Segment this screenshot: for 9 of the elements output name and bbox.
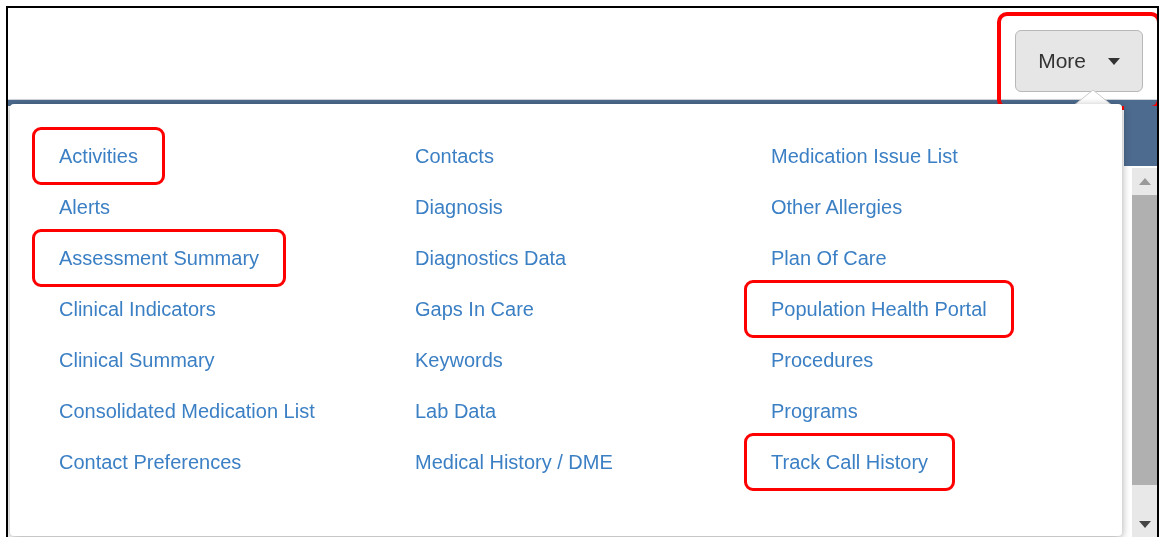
scrollbar[interactable] <box>1132 168 1157 537</box>
menu-item[interactable]: Assessment Summary <box>32 228 287 287</box>
menu-item[interactable]: Activities <box>32 126 165 185</box>
menu-item[interactable]: Population Health Portal <box>744 279 1014 338</box>
caret-icon <box>1108 57 1120 65</box>
menu-item[interactable]: Track Call History <box>744 432 956 491</box>
more-button[interactable]: More <box>1015 30 1143 92</box>
scroll-up-icon[interactable] <box>1139 178 1151 185</box>
scroll-down-icon[interactable] <box>1139 521 1151 528</box>
